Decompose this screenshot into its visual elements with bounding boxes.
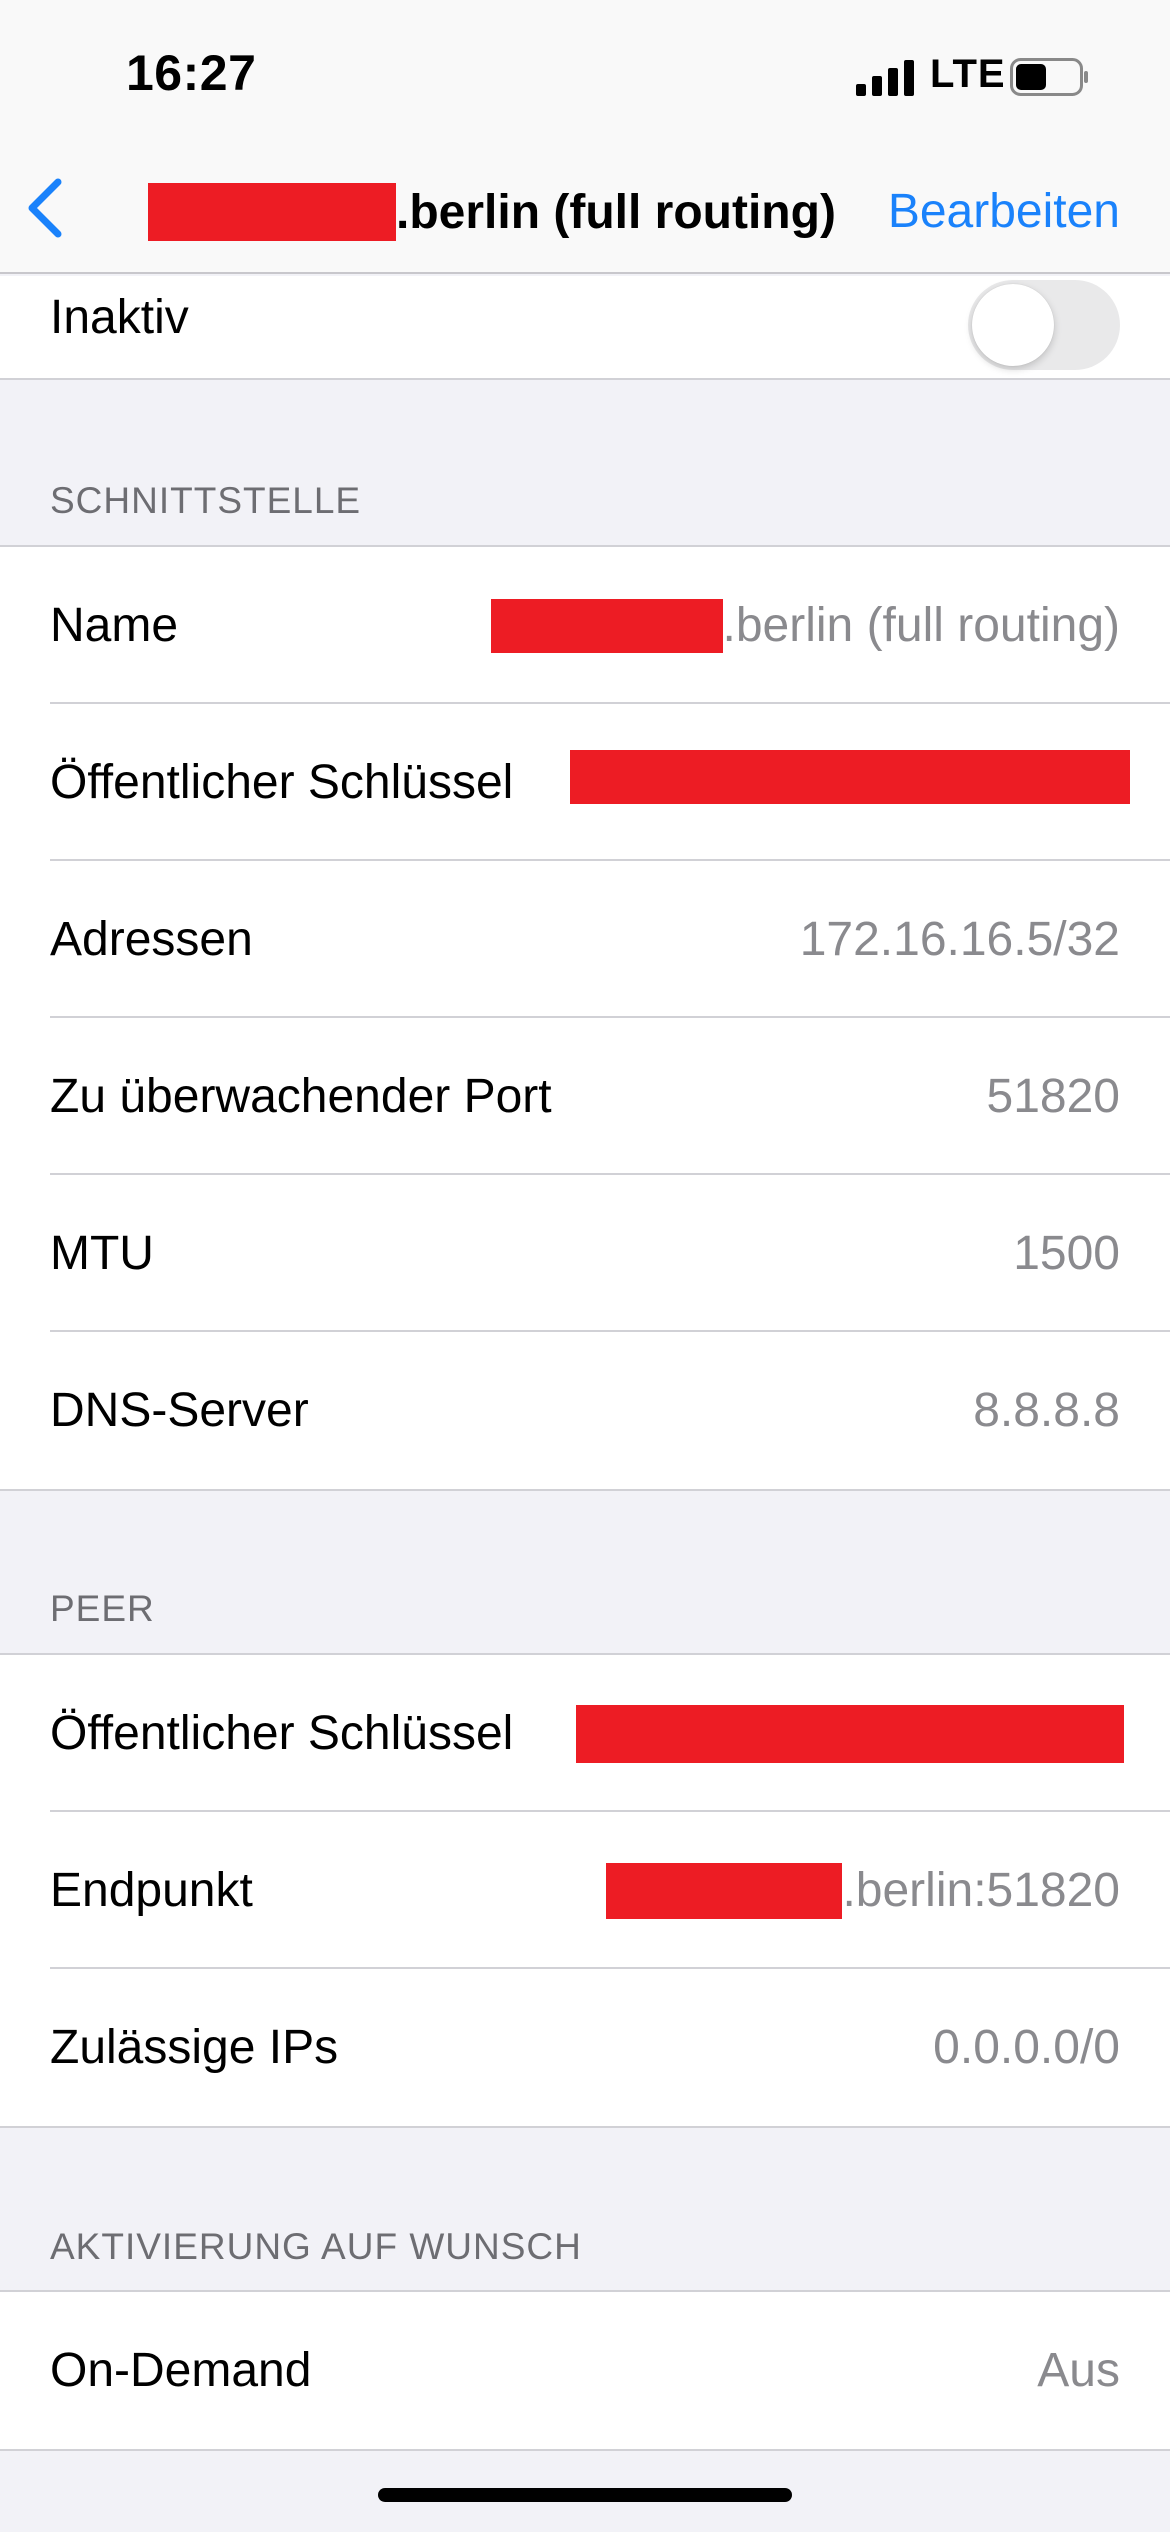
mtu-value: 1500 xyxy=(1013,1227,1120,1280)
status-label: Inaktiv xyxy=(50,291,189,344)
status-bar: 16:27 LTE xyxy=(0,0,1170,150)
home-indicator[interactable] xyxy=(378,2488,792,2502)
name-value: .berlin (full routing) xyxy=(490,598,1121,653)
redacted-name xyxy=(490,598,723,653)
peer-card: Öffentlicher Schlüssel Endpunkt .berlin:… xyxy=(0,1655,1170,2126)
divider xyxy=(0,1489,1170,1491)
listen-port-row[interactable]: Zu überwachender Port 51820 xyxy=(0,1018,1170,1175)
on-demand-value: Aus xyxy=(1037,2344,1120,2397)
addresses-row[interactable]: Adressen 172.16.16.5/32 xyxy=(0,861,1170,1018)
interface-public-key-row[interactable]: Öffentlicher Schlüssel xyxy=(0,704,1170,861)
redacted-peer-public-key xyxy=(576,1705,1124,1763)
addresses-label: Adressen xyxy=(50,913,253,966)
redacted-endpoint-host xyxy=(606,1862,843,1919)
screen: 16:27 LTE .berlin (full routing) Bearbei… xyxy=(0,0,1170,2532)
dns-value: 8.8.8.8 xyxy=(973,1384,1120,1437)
allowed-ips-label: Zulässige IPs xyxy=(50,2021,339,2074)
endpoint-row[interactable]: Endpunkt .berlin:51820 xyxy=(0,1812,1170,1969)
status-time: 16:27 xyxy=(126,45,257,101)
allowed-ips-value: 0.0.0.0/0 xyxy=(933,2021,1120,2074)
name-label: Name xyxy=(50,599,179,652)
status-card: Inaktiv xyxy=(0,276,1170,378)
edit-button[interactable]: Bearbeiten xyxy=(888,180,1120,244)
on-demand-row[interactable]: On-Demand Aus xyxy=(0,2292,1170,2449)
toggle-knob xyxy=(972,284,1054,366)
mtu-label: MTU xyxy=(50,1227,154,1280)
divider xyxy=(0,2449,1170,2451)
dns-row[interactable]: DNS-Server 8.8.8.8 xyxy=(0,1332,1170,1489)
interface-name-row[interactable]: Name .berlin (full routing) xyxy=(0,547,1170,704)
cellular-signal-icon xyxy=(856,60,914,96)
mtu-row[interactable]: MTU 1500 xyxy=(0,1175,1170,1332)
divider xyxy=(0,378,1170,380)
redacted-interface-public-key xyxy=(570,750,1130,804)
interface-card: Name .berlin (full routing) Öffentlicher… xyxy=(0,547,1170,1489)
activation-toggle[interactable] xyxy=(968,280,1120,370)
addresses-value: 172.16.16.5/32 xyxy=(799,913,1120,966)
network-type: LTE xyxy=(930,52,1006,96)
listen-port-label: Zu überwachender Port xyxy=(50,1070,552,1123)
navigation-bar: .berlin (full routing) Bearbeiten xyxy=(0,150,1170,274)
peer-public-key-label: Öffentlicher Schlüssel xyxy=(50,1707,514,1760)
peer-section-header: PEER xyxy=(50,1588,155,1629)
nav-title: .berlin (full routing) xyxy=(148,180,836,244)
allowed-ips-row[interactable]: Zulässige IPs 0.0.0.0/0 xyxy=(0,1969,1170,2126)
redacted-tunnel-name xyxy=(148,183,396,241)
name-value-suffix: .berlin (full routing) xyxy=(722,599,1121,652)
public-key-label: Öffentlicher Schlüssel xyxy=(50,756,514,809)
nav-title-text: .berlin (full routing) xyxy=(396,185,836,239)
battery-icon xyxy=(1010,58,1088,96)
listen-port-value: 51820 xyxy=(986,1070,1120,1123)
chevron-left-icon[interactable] xyxy=(22,176,66,240)
interface-section-header: SCHNITTSTELLE xyxy=(50,480,362,521)
on-demand-label: On-Demand xyxy=(50,2344,312,2397)
endpoint-label: Endpunkt xyxy=(50,1864,253,1917)
dns-label: DNS-Server xyxy=(50,1384,309,1437)
peer-public-key-row[interactable]: Öffentlicher Schlüssel xyxy=(0,1655,1170,1812)
on-demand-card: On-Demand Aus xyxy=(0,2292,1170,2449)
on-demand-section-header: AKTIVIERUNG AUF WUNSCH xyxy=(50,2226,582,2267)
endpoint-value: .berlin:51820 xyxy=(606,1862,1120,1919)
divider xyxy=(0,2126,1170,2128)
endpoint-value-suffix: .berlin:51820 xyxy=(842,1864,1120,1917)
